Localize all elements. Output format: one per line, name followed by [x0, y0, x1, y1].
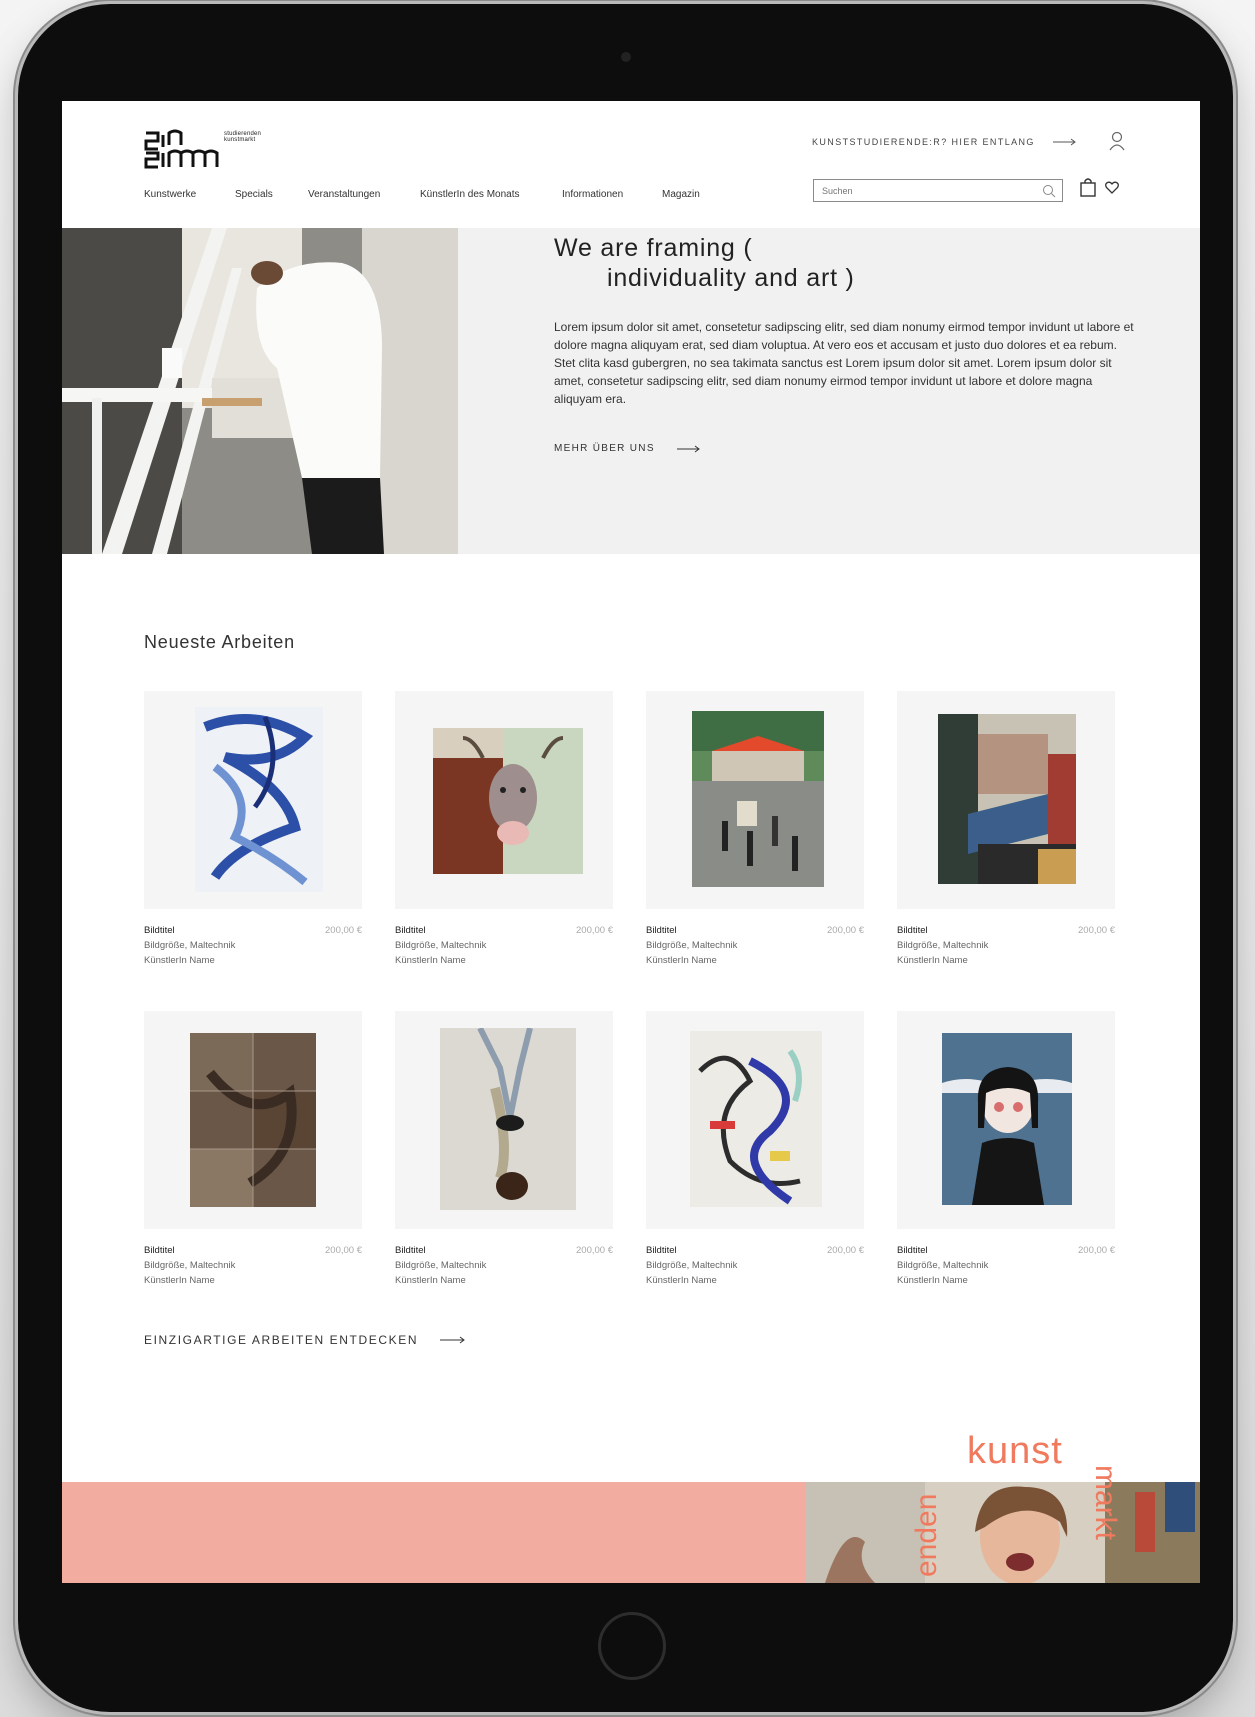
artwork-artist: KünstlerIn Name	[395, 1275, 466, 1286]
artwork-frame	[144, 691, 362, 909]
logo-mark-icon	[144, 129, 219, 169]
artist-at-easel-image	[62, 228, 458, 554]
artwork-price: 200,00 €	[827, 925, 864, 936]
about-us-label: MEHR ÜBER UNS	[554, 443, 655, 454]
artwork-details: Bildgröße, Maltechnik	[897, 1260, 989, 1271]
artwork-image	[195, 707, 323, 892]
artwork-image	[440, 1028, 576, 1210]
artwork-image	[190, 1033, 316, 1207]
artwork-card[interactable]: Bildtitel Bildgröße, Maltechnik Künstler…	[897, 1011, 1115, 1291]
artwork-details: Bildgröße, Maltechnik	[897, 940, 989, 951]
nav-item-kunstwerke[interactable]: Kunstwerke	[144, 189, 235, 200]
artwork-artist: KünstlerIn Name	[646, 1275, 717, 1286]
search-icon[interactable]	[1042, 184, 1056, 198]
brand-word-kunst: kunst	[967, 1430, 1063, 1472]
artwork-card[interactable]: Bildtitel Bildgröße, Maltechnik Künstler…	[395, 1011, 613, 1291]
artist-signup-label: KUNSTSTUDIERENDE:R? HIER ENTLANG	[812, 137, 1035, 147]
artwork-card[interactable]: Bildtitel Bildgröße, Maltechnik Künstler…	[144, 691, 362, 971]
artwork-card[interactable]: Bildtitel Bildgröße, Maltechnik Künstler…	[144, 1011, 362, 1291]
artwork-artist: KünstlerIn Name	[144, 1275, 215, 1286]
smiling-woman-image	[805, 1482, 1200, 1583]
section-title-latest-works: Neueste Arbeiten	[144, 632, 295, 652]
logo-text-line2: kunstmarkt	[224, 137, 256, 143]
artwork-price: 200,00 €	[576, 1245, 613, 1256]
user-icon[interactable]	[1108, 131, 1126, 151]
artwork-meta: Bildtitel Bildgröße, Maltechnik Künstler…	[897, 1243, 1115, 1291]
artwork-details: Bildgröße, Maltechnik	[646, 1260, 738, 1271]
artwork-image	[690, 1031, 822, 1207]
artwork-card[interactable]: Bildtitel Bildgröße, Maltechnik Künstler…	[897, 691, 1115, 971]
search-input[interactable]	[820, 184, 1042, 197]
hero-title-line1: We are framing (	[554, 234, 753, 262]
artwork-details: Bildgröße, Maltechnik	[144, 940, 236, 951]
nav-item-kuenstlerin-des-monats[interactable]: KünstlerIn des Monats	[420, 189, 562, 200]
artwork-price: 200,00 €	[325, 925, 362, 936]
hero-artist-photo	[62, 228, 458, 554]
search-box	[813, 179, 1063, 202]
artwork-price: 200,00 €	[827, 1245, 864, 1256]
website-screen: studierenden kunstmarkt KUNSTSTUDIERENDE…	[62, 101, 1200, 1583]
artwork-frame	[395, 691, 613, 909]
camera	[621, 52, 631, 62]
artwork-artist: KünstlerIn Name	[144, 955, 215, 966]
artwork-artist: KünstlerIn Name	[897, 955, 968, 966]
artwork-details: Bildgröße, Maltechnik	[144, 1260, 236, 1271]
hero-title-line2: individuality and art )	[607, 264, 855, 292]
arrow-right-icon	[676, 445, 700, 452]
artwork-frame	[646, 691, 864, 909]
artwork-image	[433, 728, 583, 874]
hero-section: We are framing ( individuality and art )…	[62, 228, 1200, 554]
nav-item-veranstaltungen[interactable]: Veranstaltungen	[308, 189, 420, 200]
nav-item-informationen[interactable]: Informationen	[562, 189, 662, 200]
nav-item-specials[interactable]: Specials	[235, 189, 308, 200]
arrow-right-icon	[440, 1336, 465, 1344]
hero-body-text: Lorem ipsum dolor sit amet, consetetur s…	[554, 320, 1134, 406]
logo[interactable]: studierenden kunstmarkt	[144, 129, 261, 169]
main-nav: Kunstwerke Specials Veranstaltungen Küns…	[144, 189, 722, 200]
discover-works-link[interactable]: EINZIGARTIGE ARBEITEN ENTDECKEN	[144, 1333, 466, 1347]
artwork-frame	[646, 1011, 864, 1229]
brand-word-markt: markt	[1089, 1465, 1122, 1540]
arrow-right-icon	[1052, 138, 1076, 146]
artwork-price: 200,00 €	[1078, 925, 1115, 936]
artwork-frame	[897, 1011, 1115, 1229]
artwork-details: Bildgröße, Maltechnik	[395, 1260, 487, 1271]
artwork-price: 200,00 €	[1078, 1245, 1115, 1256]
brand-word-enden: enden	[910, 1493, 943, 1577]
artist-signup-link[interactable]: KUNSTSTUDIERENDE:R? HIER ENTLANG	[812, 137, 1077, 147]
artwork-image	[938, 714, 1076, 884]
nav-item-magazin[interactable]: Magazin	[662, 189, 722, 200]
artwork-image	[692, 711, 824, 887]
artwork-card[interactable]: Bildtitel Bildgröße, Maltechnik Künstler…	[646, 691, 864, 971]
artwork-meta: Bildtitel Bildgröße, Maltechnik Künstler…	[646, 1243, 864, 1291]
artwork-meta: Bildtitel Bildgröße, Maltechnik Künstler…	[646, 923, 864, 971]
hero-title: We are framing ( individuality and art )	[554, 233, 855, 293]
artwork-details: Bildgröße, Maltechnik	[646, 940, 738, 951]
artwork-meta: Bildtitel Bildgröße, Maltechnik Künstler…	[395, 923, 613, 971]
artwork-meta: Bildtitel Bildgröße, Maltechnik Künstler…	[144, 1243, 362, 1291]
artwork-card[interactable]: Bildtitel Bildgröße, Maltechnik Künstler…	[395, 691, 613, 971]
artwork-price: 200,00 €	[325, 1245, 362, 1256]
artwork-card[interactable]: Bildtitel Bildgröße, Maltechnik Künstler…	[646, 1011, 864, 1291]
heart-icon[interactable]	[1105, 181, 1119, 194]
artwork-details: Bildgröße, Maltechnik	[395, 940, 487, 951]
artwork-artist: KünstlerIn Name	[897, 1275, 968, 1286]
artwork-frame	[144, 1011, 362, 1229]
artwork-meta: Bildtitel Bildgröße, Maltechnik Künstler…	[897, 923, 1115, 971]
artwork-artist: KünstlerIn Name	[395, 955, 466, 966]
shopping-bag-icon[interactable]	[1079, 177, 1097, 197]
about-us-link[interactable]: MEHR ÜBER UNS	[554, 443, 701, 454]
artwork-meta: Bildtitel Bildgröße, Maltechnik Künstler…	[144, 923, 362, 971]
artwork-artist: KünstlerIn Name	[646, 955, 717, 966]
artwork-meta: Bildtitel Bildgröße, Maltechnik Künstler…	[395, 1243, 613, 1291]
discover-works-label: EINZIGARTIGE ARBEITEN ENTDECKEN	[144, 1333, 419, 1347]
artwork-image	[942, 1033, 1072, 1205]
artwork-frame	[395, 1011, 613, 1229]
banner-photo	[805, 1482, 1200, 1583]
home-button[interactable]	[598, 1612, 666, 1680]
logo-text: studierenden kunstmarkt	[224, 131, 261, 143]
artwork-price: 200,00 €	[576, 925, 613, 936]
artwork-frame	[897, 691, 1115, 909]
